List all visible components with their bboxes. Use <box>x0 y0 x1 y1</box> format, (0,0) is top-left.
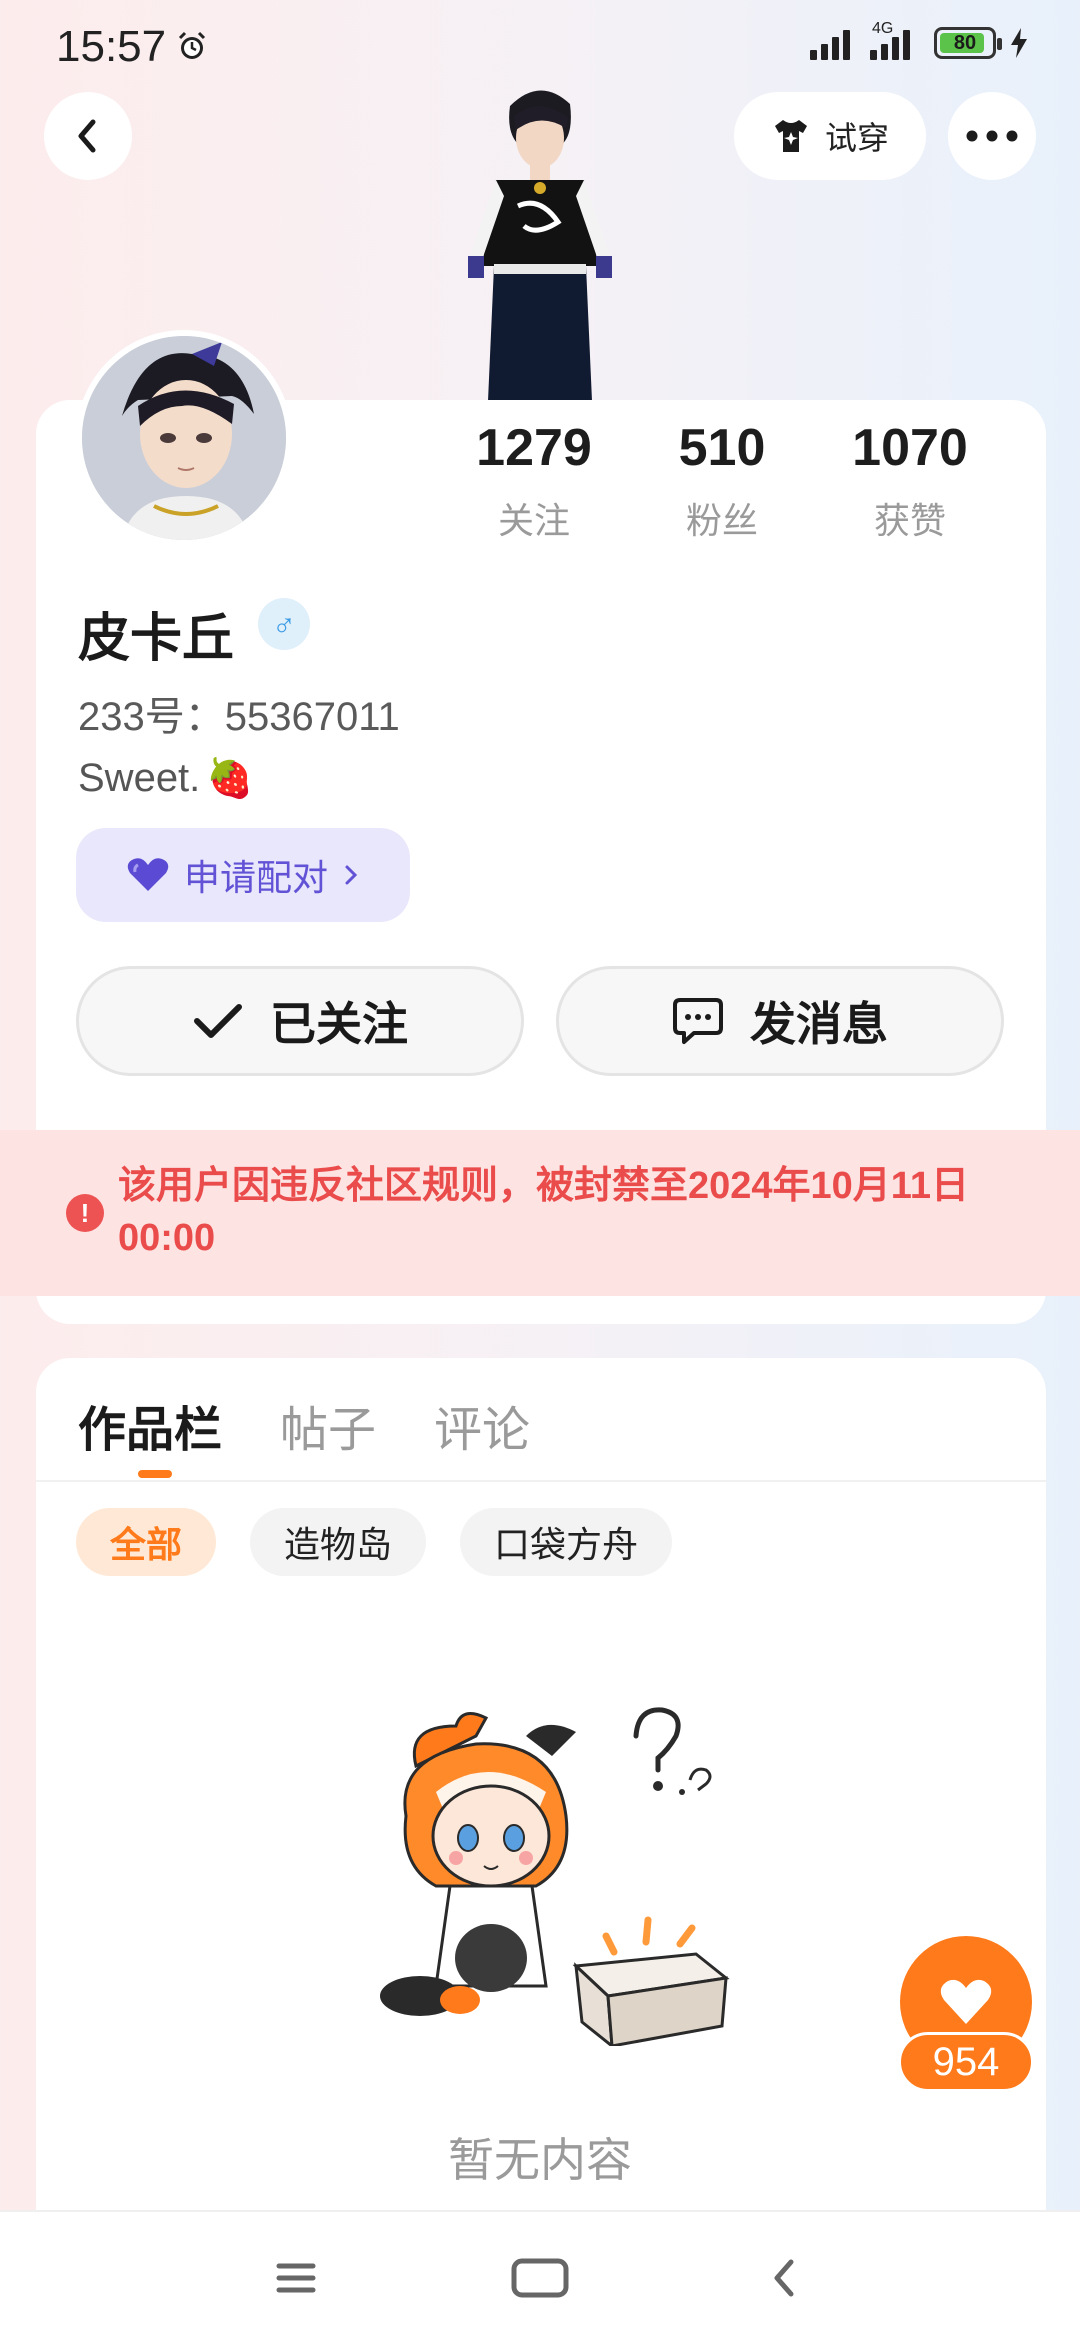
check-icon <box>194 1004 242 1038</box>
stat-label: 粉丝 <box>685 500 758 541</box>
empty-state-text: 暂无内容 <box>448 2134 632 2186</box>
active-tab-indicator <box>138 1470 172 1478</box>
charging-icon <box>1011 28 1027 58</box>
tryon-label: 试穿 <box>824 120 889 156</box>
tryon-button[interactable]: 试穿 <box>734 92 926 180</box>
empty-state-illustration <box>380 1707 730 2046</box>
home-icon <box>511 2258 569 2298</box>
avatar-image <box>82 336 286 540</box>
warning-icon: ! <box>66 1194 104 1232</box>
chevron-right-icon <box>345 865 358 885</box>
more-button[interactable] <box>948 92 1036 180</box>
back-button[interactable] <box>44 92 132 180</box>
status-icons: 4G 80 <box>810 20 1030 60</box>
like-fab-button[interactable]: 954 <box>898 1936 1034 2096</box>
battery-level: 80 <box>953 31 977 54</box>
avatar-figure-image <box>468 90 612 401</box>
chip-pocket-ark[interactable]: 口袋方舟 <box>460 1508 673 1576</box>
tshirt-icon <box>774 120 807 152</box>
filter-chips: 全部 造物岛 口袋方舟 <box>76 1508 673 1576</box>
more-dots-icon <box>966 130 1018 142</box>
tab-comments[interactable]: 评论 <box>434 1390 530 1460</box>
following-button[interactable]: 已关注 <box>76 966 524 1076</box>
stat-likes[interactable]: 1070 获赞 <box>816 418 1004 544</box>
stat-value: 510 <box>678 419 766 477</box>
chip-all[interactable]: 全部 <box>76 1508 217 1576</box>
nav-home-button[interactable] <box>510 2255 570 2301</box>
stat-label: 关注 <box>497 500 570 541</box>
alarm-icon <box>178 31 206 59</box>
profile-stats: 1279 关注 510 粉丝 1070 获赞 <box>440 418 1004 544</box>
bio-text: Sweet. <box>78 756 201 800</box>
male-gender-icon: ♂ <box>258 598 310 650</box>
tab-works[interactable]: 作品栏 <box>78 1390 222 1460</box>
signal-icon <box>810 26 850 60</box>
chevron-left-icon <box>78 119 96 153</box>
username: 皮卡丘 <box>78 610 235 668</box>
stat-followers[interactable]: 510 粉丝 <box>628 418 816 544</box>
strawberry-icon: 🍓 <box>206 757 254 800</box>
battery-icon: 80 <box>934 27 1002 59</box>
ban-notice-text: 该用户因违反社区规则，被封禁至2024年10月11日 00:00 <box>118 1165 969 1259</box>
stat-value: 1279 <box>476 419 592 477</box>
signal-4g-icon: 4G <box>862 20 922 60</box>
tab-divider <box>36 1480 1046 1482</box>
following-label: 已关注 <box>270 998 408 1050</box>
nav-menu-button[interactable] <box>266 2255 326 2301</box>
like-count: 954 <box>898 2032 1034 2092</box>
stat-label: 获赞 <box>873 500 946 541</box>
content-tabs: 作品栏 帖子 评论 <box>78 1390 530 1460</box>
chip-creation-island[interactable]: 造物岛 <box>250 1508 427 1576</box>
chat-icon <box>673 998 723 1044</box>
user-id: 233号：55367011 <box>78 695 400 739</box>
user-bio: Sweet. 🍓 <box>78 756 254 801</box>
stat-following[interactable]: 1279 关注 <box>440 418 628 544</box>
send-message-label: 发消息 <box>750 998 888 1050</box>
heart-icon <box>127 858 169 891</box>
pair-request-label: 申请配对 <box>183 857 328 898</box>
menu-icon <box>276 2263 316 2293</box>
send-message-button[interactable]: 发消息 <box>556 966 1004 1076</box>
back-icon <box>774 2259 794 2297</box>
pair-request-button[interactable]: 申请配对 <box>76 828 410 922</box>
profile-avatar[interactable] <box>76 330 292 546</box>
heart-icon <box>940 1979 992 2024</box>
nav-back-button[interactable] <box>754 2255 814 2301</box>
stat-value: 1070 <box>852 419 968 477</box>
status-time: 15:57 <box>56 22 167 71</box>
tab-posts[interactable]: 帖子 <box>280 1390 376 1460</box>
